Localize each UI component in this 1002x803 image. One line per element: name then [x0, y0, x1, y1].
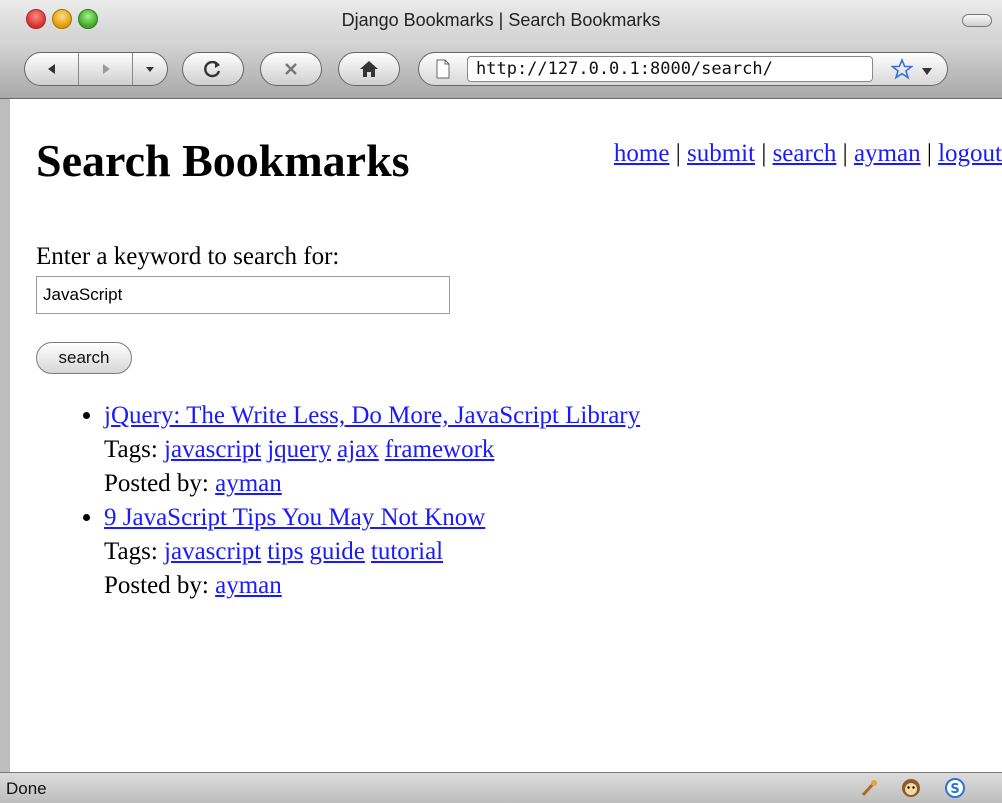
- tag-link[interactable]: jquery: [267, 436, 331, 463]
- nav-home-link[interactable]: home: [614, 140, 670, 167]
- url-input[interactable]: http://127.0.0.1:8000/search/: [467, 56, 873, 82]
- tag-link[interactable]: tips: [267, 538, 303, 565]
- tag-link[interactable]: tutorial: [371, 538, 443, 565]
- results-list: jQuery: The Write Less, Do More, JavaScr…: [76, 399, 1002, 603]
- back-arrow-icon: [47, 64, 55, 74]
- stop-icon: [285, 63, 297, 75]
- chevron-down-icon: [146, 67, 155, 72]
- tags-label: Tags:: [104, 436, 158, 463]
- forward-button[interactable]: [79, 53, 134, 85]
- back-button[interactable]: [25, 53, 80, 85]
- reload-icon: [204, 60, 221, 78]
- url-dropdown-button[interactable]: [921, 63, 933, 81]
- tag-link[interactable]: ajax: [337, 436, 379, 463]
- svg-text:S: S: [950, 782, 959, 797]
- forward-arrow-icon: [102, 64, 110, 74]
- back-forward-group: [24, 52, 168, 86]
- nav-logout-link[interactable]: logout: [938, 140, 1002, 167]
- posted-by-label: Posted by:: [104, 470, 209, 497]
- tags-label: Tags:: [104, 538, 158, 565]
- status-bar: Done S: [0, 772, 1002, 803]
- tag-link[interactable]: javascript: [164, 436, 261, 463]
- tag-link[interactable]: javascript: [164, 538, 261, 565]
- page-icon: [435, 59, 451, 84]
- list-item: 9 JavaScript Tips You May Not Know Tags:…: [104, 501, 1002, 603]
- toolbar-toggle-button[interactable]: [962, 14, 992, 27]
- nav-submit-link[interactable]: submit: [687, 140, 755, 167]
- history-dropdown-button[interactable]: [133, 53, 167, 85]
- status-text: Done: [6, 779, 47, 798]
- home-button[interactable]: [338, 52, 400, 86]
- reload-button[interactable]: [182, 52, 244, 86]
- nav-user-link[interactable]: ayman: [854, 140, 921, 167]
- firebug-icon[interactable]: [858, 777, 880, 799]
- browser-toolbar: http://127.0.0.1:8000/search/: [0, 40, 1002, 99]
- top-navigation: home | submit | search | ayman | logout: [614, 140, 1002, 168]
- tag-link[interactable]: guide: [309, 538, 365, 565]
- chevron-down-icon: [922, 68, 932, 75]
- search-label: Enter a keyword to search for:: [36, 243, 340, 270]
- stop-button[interactable]: [260, 52, 322, 86]
- nav-separator: |: [675, 140, 681, 167]
- bookmark-star-button[interactable]: [890, 57, 914, 85]
- bookmark-title-link[interactable]: 9 JavaScript Tips You May Not Know: [104, 504, 485, 531]
- search-input[interactable]: [36, 276, 450, 314]
- window-titlebar: Django Bookmarks | Search Bookmarks: [0, 0, 1002, 40]
- bookmark-title-link[interactable]: jQuery: The Write Less, Do More, JavaScr…: [104, 402, 640, 429]
- greasemonkey-icon[interactable]: [900, 777, 922, 799]
- search-button[interactable]: search: [36, 342, 132, 374]
- page-title: Search Bookmarks: [36, 135, 410, 186]
- address-bar: http://127.0.0.1:8000/search/: [418, 52, 948, 86]
- page-content: Search Bookmarks home | submit | search …: [10, 99, 1002, 772]
- star-icon: [890, 57, 914, 80]
- window-title: Django Bookmarks | Search Bookmarks: [341, 10, 661, 30]
- skype-icon[interactable]: S: [944, 777, 966, 799]
- user-link[interactable]: ayman: [215, 572, 282, 599]
- nav-search-link[interactable]: search: [773, 140, 837, 167]
- nav-separator: |: [926, 140, 932, 167]
- posted-by-label: Posted by:: [104, 572, 209, 599]
- nav-separator: |: [842, 140, 848, 167]
- tag-link[interactable]: framework: [385, 436, 495, 463]
- home-icon: [360, 61, 378, 77]
- list-item: jQuery: The Write Less, Do More, JavaScr…: [104, 399, 1002, 501]
- nav-separator: |: [761, 140, 767, 167]
- user-link[interactable]: ayman: [215, 470, 282, 497]
